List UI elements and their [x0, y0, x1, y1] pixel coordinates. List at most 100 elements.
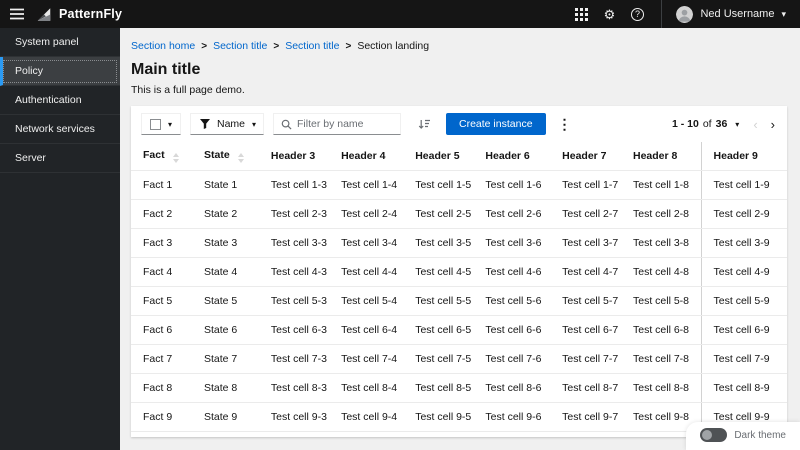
- table-cell: Test cell 1-8: [621, 170, 702, 200]
- table-cell: Test cell 3-3: [258, 228, 330, 258]
- sort-button[interactable]: [415, 119, 433, 130]
- bulk-select-checkbox[interactable]: [149, 118, 161, 130]
- table-cell: Test cell 8-5: [403, 373, 474, 403]
- column-header-fact[interactable]: Fact: [131, 142, 192, 171]
- sidebar-item-policy[interactable]: Policy: [0, 57, 120, 86]
- help-icon[interactable]: ?: [623, 0, 651, 28]
- table-cell: Test cell 1-4: [329, 170, 404, 200]
- bulk-select-dropdown[interactable]: ▾: [141, 113, 181, 135]
- filter-funnel-icon: [200, 119, 210, 129]
- column-header-label: Header 8: [633, 150, 678, 162]
- chevron-left-icon: ‹: [753, 116, 758, 132]
- user-menu[interactable]: Ned Username ▾: [661, 0, 788, 28]
- column-header-label: Header 4: [341, 150, 386, 162]
- table-cell: Test cell 8-8: [621, 373, 702, 403]
- search-field[interactable]: [273, 113, 401, 135]
- table-cell: Test cell 8-3: [258, 373, 330, 403]
- table-cell: Test cell 2-3: [258, 199, 330, 229]
- table-cell: Test cell 2-9: [700, 199, 787, 229]
- table-cell: Test cell 9-3: [258, 402, 330, 432]
- table-row: Fact 6 State 6 Test cell 6-3 Test cell 6-4 T…: [131, 315, 787, 345]
- brand[interactable]: PatternFly: [36, 7, 122, 22]
- table-cell: Test cell 5-8: [621, 286, 702, 316]
- kebab-menu-button[interactable]: ⋮: [555, 117, 575, 131]
- breadcrumb-link[interactable]: Section title: [213, 40, 267, 52]
- table-cell: Test cell 3-4: [329, 228, 404, 258]
- table-row: Fact 2 State 2 Test cell 2-3 Test cell 2-4 T…: [131, 199, 787, 229]
- table-cell: Test cell 4-6: [473, 257, 551, 287]
- patternfly-logo-icon: [36, 7, 52, 22]
- column-header-label: Header 9: [713, 150, 758, 162]
- breadcrumb-link[interactable]: Section home: [131, 40, 195, 52]
- column-header-header-7: Header 7: [550, 142, 621, 171]
- table-cell: Fact 5: [131, 286, 192, 316]
- table-row: Fact 7 State 7 Test cell 7-3 Test cell 7-4 T…: [131, 344, 787, 374]
- table-cell: Test cell 7-3: [258, 344, 330, 374]
- table-cell: Test cell 2-5: [403, 199, 474, 229]
- table-cell: Test cell 1-6: [473, 170, 551, 200]
- table-cell: Test cell 2-4: [329, 199, 404, 229]
- table-cell: Test cell 7-8: [621, 344, 702, 374]
- sidebar-item-system-panel[interactable]: System panel: [0, 28, 120, 57]
- table-cell: Fact 6: [131, 315, 192, 345]
- sidebar-item-server[interactable]: Server: [0, 144, 120, 173]
- column-header-label: Header 6: [485, 150, 530, 162]
- filter-dropdown-label: Name: [217, 118, 246, 130]
- prev-page-button[interactable]: ‹: [753, 118, 757, 131]
- table-cell: Fact 8: [131, 373, 192, 403]
- search-input[interactable]: [297, 118, 393, 130]
- page-subtitle: This is a full page demo.: [131, 84, 245, 96]
- table-cell: Test cell 7-4: [329, 344, 404, 374]
- apps-grid-icon[interactable]: [567, 0, 595, 28]
- pagination-menu-toggle[interactable]: 1 - 10 of 36 ▾: [672, 118, 739, 130]
- sidebar-item-network-services[interactable]: Network services: [0, 115, 120, 144]
- column-header-label: Fact: [143, 149, 165, 161]
- caret-down-icon: ▾: [167, 119, 172, 129]
- table-cell: State 1: [192, 170, 259, 200]
- table-cell: Test cell 8-6: [473, 373, 551, 403]
- sidebar-item-authentication[interactable]: Authentication: [0, 86, 120, 115]
- table-cell: Test cell 4-7: [550, 257, 621, 287]
- main-content: Section home > Section title > Section title…: [120, 28, 800, 450]
- dark-theme-toggle[interactable]: [700, 428, 728, 442]
- table-cell: Test cell 2-8: [621, 199, 702, 229]
- data-table: Fact State Header 3 Header 4 Header 5 Header …: [131, 142, 787, 432]
- table-cell: Test cell 5-7: [550, 286, 621, 316]
- table-cell: Test cell 1-7: [550, 170, 621, 200]
- table-cell: Test cell 8-4: [329, 373, 404, 403]
- table-cell: Test cell 8-7: [550, 373, 621, 403]
- kebab-menu-icon: ⋮: [557, 116, 572, 132]
- breadcrumb-link[interactable]: Section title: [285, 40, 339, 52]
- page-title: Main title: [131, 61, 201, 78]
- theme-toggle-panel: Dark theme: [686, 422, 800, 450]
- table-cell: Test cell 4-9: [700, 257, 787, 287]
- table-row: Fact 4 State 4 Test cell 4-3 Test cell 4-4 T…: [131, 257, 787, 287]
- filter-attribute-dropdown[interactable]: Name ▾: [190, 113, 264, 135]
- table-cell: Test cell 3-7: [550, 228, 621, 258]
- user-name: Ned Username: [700, 8, 775, 20]
- column-header-header-3: Header 3: [258, 142, 330, 171]
- column-header-state[interactable]: State: [192, 142, 259, 171]
- nav-toggle-hamburger-icon[interactable]: [10, 8, 24, 20]
- table-cell: State 6: [192, 315, 259, 345]
- create-instance-button[interactable]: Create instance: [446, 113, 546, 135]
- avatar: [676, 5, 694, 23]
- table-cell: Test cell 7-6: [473, 344, 551, 374]
- table-cell: Test cell 3-6: [473, 228, 551, 258]
- table-cell: Test cell 2-7: [550, 199, 621, 229]
- table-cell: Test cell 3-8: [621, 228, 702, 258]
- table-cell: Test cell 6-8: [621, 315, 702, 345]
- content-card: ▾ Name ▾ Filter by name Create instance …: [131, 106, 787, 437]
- settings-gear-icon[interactable]: ⚙: [595, 0, 623, 28]
- next-page-button[interactable]: ›: [771, 118, 775, 131]
- toggle-knob: [702, 430, 713, 440]
- theme-toggle-label: Dark theme: [734, 429, 786, 441]
- table-cell: Test cell 5-5: [403, 286, 474, 316]
- table-cell: Fact 9: [131, 402, 192, 432]
- table-cell: Test cell 6-4: [329, 315, 404, 345]
- table-cell: Test cell 9-5: [403, 402, 474, 432]
- caret-down-icon: ▾: [252, 119, 257, 129]
- table-cell: Test cell 4-4: [329, 257, 404, 287]
- table-cell: Test cell 5-3: [258, 286, 330, 316]
- table-cell: Test cell 1-9: [700, 170, 787, 200]
